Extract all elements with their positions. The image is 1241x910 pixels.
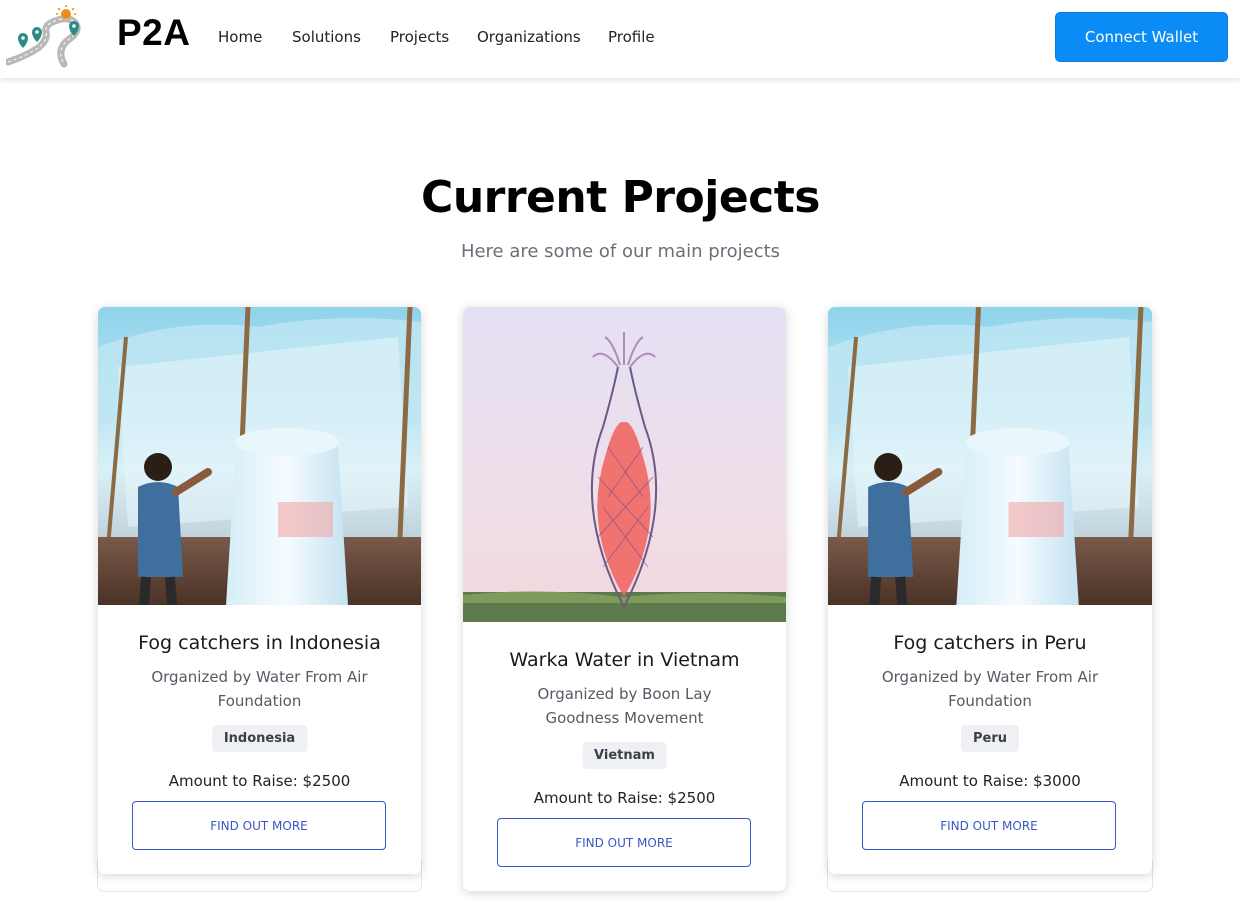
country-badge: Peru — [960, 725, 1020, 752]
nav-home[interactable]: Home — [218, 28, 262, 46]
nav-solutions[interactable]: Solutions — [292, 28, 361, 46]
card-organizer: Organized by Boon Lay Goodness Movement — [537, 685, 712, 727]
nav-profile[interactable]: Profile — [608, 28, 655, 46]
project-card: Fog catchers in Indonesia Organized by W… — [98, 307, 421, 874]
country-badge: Indonesia — [211, 725, 308, 752]
amount-to-raise: Amount to Raise: $3000 — [899, 772, 1081, 790]
find-out-more-button[interactable]: FIND OUT MORE — [132, 801, 386, 850]
warka-tower-photo — [463, 307, 786, 622]
fog-catcher-photo — [828, 307, 1152, 605]
page-subtitle: Here are some of our main projects — [460, 241, 781, 262]
amount-to-raise: Amount to Raise: $2500 — [168, 772, 351, 790]
fog-catcher-photo — [98, 307, 421, 605]
connect-wallet-button[interactable]: Connect Wallet — [1055, 12, 1228, 62]
country-badge: Vietnam — [582, 742, 667, 769]
card-title: Fog catchers in Indonesia — [138, 632, 381, 654]
amount-to-raise: Amount to Raise: $2500 — [533, 789, 716, 807]
page-title: Current Projects — [421, 172, 820, 223]
card-title: Warka Water in Vietnam — [509, 649, 740, 671]
nav-organizations[interactable]: Organizations — [477, 28, 581, 46]
road-map-logo[interactable] — [6, 4, 84, 68]
navbar: P2A Home Solutions Projects Organization… — [0, 0, 1241, 78]
project-card: Fog catchers in Peru Organized by Water … — [828, 307, 1152, 874]
find-out-more-button[interactable]: FIND OUT MORE — [497, 818, 751, 867]
nav-projects[interactable]: Projects — [390, 28, 449, 46]
project-card: Warka Water in Vietnam Organized by Boon… — [463, 307, 786, 891]
card-organizer: Organized by Water From Air Foundation — [881, 668, 1099, 710]
card-organizer: Organized by Water From Air Foundation — [151, 668, 368, 710]
find-out-more-button[interactable]: FIND OUT MORE — [862, 801, 1116, 850]
brand-name[interactable]: P2A — [117, 12, 190, 54]
card-title: Fog catchers in Peru — [893, 632, 1087, 654]
